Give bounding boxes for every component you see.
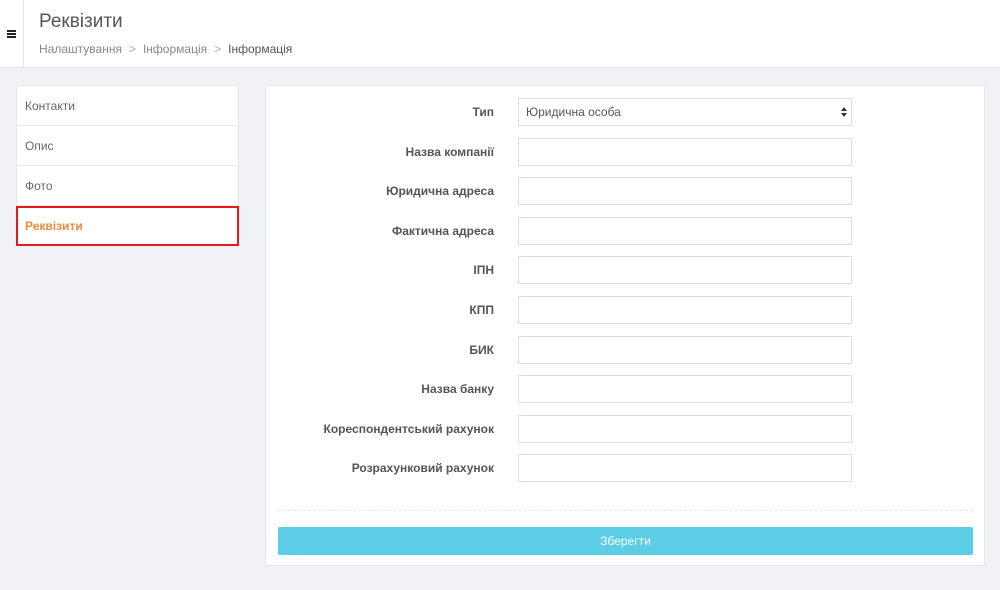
ipn-input[interactable] xyxy=(518,256,852,284)
form-row-ipn: ІПН xyxy=(266,256,986,284)
bik-label: БИК xyxy=(469,343,494,357)
page-header: Реквізити Налаштування > Інформація > Ін… xyxy=(0,0,1000,68)
form-row-company-name: Назва компанії xyxy=(266,138,986,166)
breadcrumb-item-current: Інформація xyxy=(228,42,293,56)
form-row-type: Тип Юридична особа xyxy=(266,98,986,126)
sidebar-menu: Контакти Опис Фото Реквізити xyxy=(16,85,239,246)
form-row-actual-address: Фактична адреса xyxy=(266,217,986,245)
bik-input[interactable] xyxy=(518,336,852,364)
legal-address-label: Юридична адреса xyxy=(386,184,494,198)
correspondent-account-label: Кореспондентський рахунок xyxy=(323,422,494,436)
sidebar-item-label: Реквізити xyxy=(25,219,83,233)
actual-address-input[interactable] xyxy=(518,217,852,245)
settlement-account-label: Розрахунковий рахунок xyxy=(351,461,494,475)
sidebar-item-photo[interactable]: Фото xyxy=(17,166,238,206)
kpp-label: КПП xyxy=(469,303,494,317)
breadcrumb-separator: > xyxy=(128,42,136,56)
correspondent-account-input[interactable] xyxy=(518,415,852,443)
bank-name-label: Назва банку xyxy=(421,382,494,396)
type-select[interactable]: Юридична особа xyxy=(518,98,852,126)
sidebar-item-description[interactable]: Опис xyxy=(17,126,238,166)
sidebar-item-requisites[interactable]: Реквізити xyxy=(16,206,239,246)
company-name-input[interactable] xyxy=(518,138,852,166)
type-label: Тип xyxy=(472,105,495,119)
sidebar-item-label: Опис xyxy=(25,138,54,153)
form-row-settlement-account: Розрахунковий рахунок xyxy=(266,454,986,482)
form-row-kpp: КПП xyxy=(266,296,986,324)
sidebar-item-label: Контакти xyxy=(25,98,75,113)
breadcrumb-item-settings[interactable]: Налаштування xyxy=(39,42,122,56)
sidebar-item-contacts[interactable]: Контакти xyxy=(17,86,238,126)
company-name-label: Назва компанії xyxy=(405,145,494,159)
type-select-value: Юридична особа xyxy=(526,105,621,119)
breadcrumb: Налаштування > Інформація > Інформація xyxy=(39,42,292,56)
form-divider xyxy=(278,510,973,511)
sidebar-item-label: Фото xyxy=(25,178,53,193)
kpp-input[interactable] xyxy=(518,296,852,324)
menu-toggle-button[interactable] xyxy=(0,0,24,68)
bank-name-input[interactable] xyxy=(518,375,852,403)
form-row-legal-address: Юридична адреса xyxy=(266,177,986,205)
breadcrumb-item-information[interactable]: Інформація xyxy=(143,42,207,56)
legal-address-input[interactable] xyxy=(518,177,852,205)
settlement-account-input[interactable] xyxy=(518,454,852,482)
actual-address-label: Фактична адреса xyxy=(391,224,494,238)
breadcrumb-separator: > xyxy=(214,42,222,56)
form-row-bank-name: Назва банку xyxy=(266,375,986,403)
form-row-correspondent-account: Кореспондентський рахунок xyxy=(266,415,986,443)
form-row-bik: БИК xyxy=(266,336,986,364)
page-title: Реквізити xyxy=(39,11,123,32)
select-arrows-icon xyxy=(841,107,847,118)
requisites-form-panel: Тип Юридична особа Назва компанії Юридич… xyxy=(265,85,985,566)
ipn-label: ІПН xyxy=(473,263,494,277)
hamburger-icon xyxy=(7,30,16,38)
save-button[interactable]: Зберегти xyxy=(278,527,973,555)
